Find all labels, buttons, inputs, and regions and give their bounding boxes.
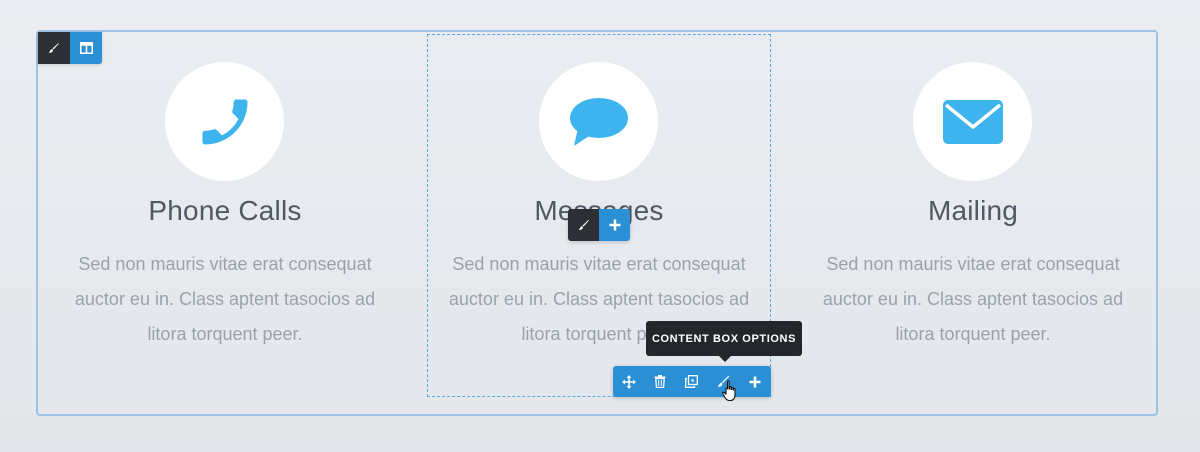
delete-button[interactable] <box>645 366 677 397</box>
plus-icon <box>749 376 761 387</box>
move-button[interactable] <box>613 366 645 397</box>
phone-icon <box>202 99 247 144</box>
columns-layout-icon <box>79 42 93 54</box>
plus-icon <box>609 219 620 231</box>
icon-circle <box>913 62 1032 181</box>
brush-icon <box>578 220 589 230</box>
content-box-text: Sed non mauris vitae erat consequat auct… <box>822 254 1124 344</box>
hand-pointer-cursor-icon <box>722 380 736 402</box>
content-box-title: Mailing <box>927 195 1019 226</box>
duplicate-button[interactable] <box>676 366 708 397</box>
section-layout-button[interactable] <box>70 32 102 64</box>
content-box-toolbar <box>613 366 771 397</box>
section-toolbar <box>38 32 102 64</box>
content-box-options-tooltip: CONTENT BOX OPTIONS <box>646 321 802 356</box>
envelope-icon <box>942 99 1003 144</box>
content-box-mailing[interactable]: Mailing Sed non mauris vitae erat conseq… <box>786 33 1160 397</box>
element-add-button[interactable] <box>599 209 630 241</box>
tooltip-arrow <box>719 356 731 362</box>
section-edit-button[interactable] <box>38 32 70 64</box>
page-builder-canvas: Phone Calls Sed non mauris vitae erat co… <box>0 0 1200 452</box>
content-box-text: Sed non mauris vitae erat consequat auct… <box>74 254 376 344</box>
move-icon <box>621 374 636 389</box>
icon-circle <box>165 62 284 181</box>
content-box-title: Phone Calls <box>148 195 302 226</box>
brush-icon <box>49 43 59 53</box>
add-button[interactable] <box>739 366 771 397</box>
element-edit-button[interactable] <box>568 209 599 241</box>
trash-icon <box>654 375 666 388</box>
duplicate-icon <box>685 375 699 388</box>
inline-element-toolbar <box>568 209 630 241</box>
content-box-phone-calls[interactable]: Phone Calls Sed non mauris vitae erat co… <box>38 33 412 397</box>
